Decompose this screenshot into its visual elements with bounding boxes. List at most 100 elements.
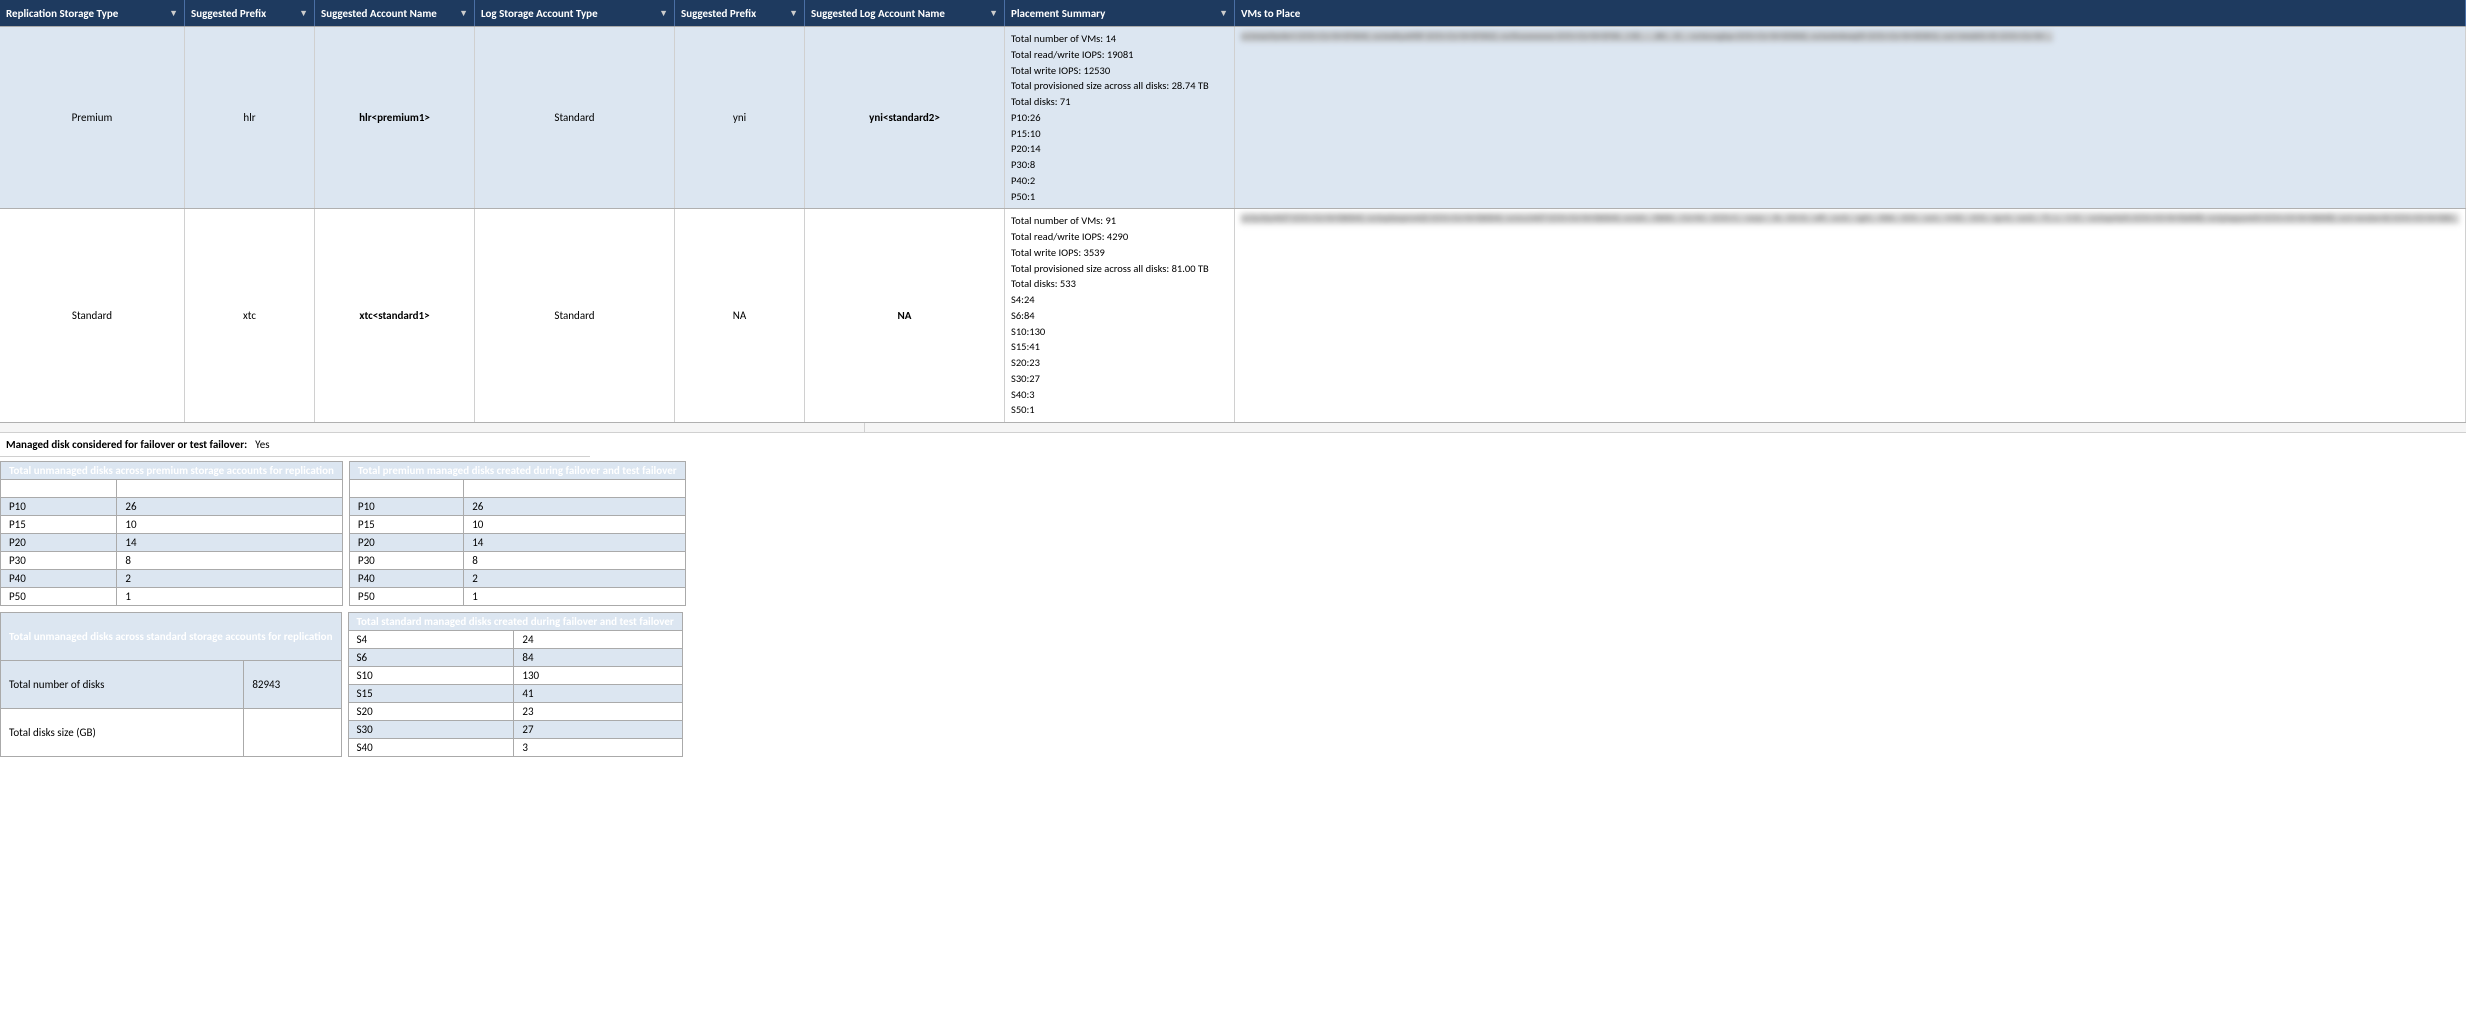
table-row: S40 3	[348, 739, 682, 757]
disk-type-p50: P50	[1, 588, 117, 606]
filter-icon-col3[interactable]: ▼	[459, 8, 468, 19]
std-disk-type-s20: S20	[348, 703, 514, 721]
m-disk-type-p15: P15	[349, 516, 463, 534]
placement2-line7: S6:84	[1011, 308, 1209, 324]
m-disk-count-p20: 14	[464, 534, 685, 552]
placement-line8: P20:14	[1011, 141, 1209, 157]
placement-line11: P50:1	[1011, 189, 1209, 205]
standard-tables-pair: Total unmanaged disks across standard st…	[0, 612, 2466, 757]
cell-replication-standard: Standard	[0, 209, 185, 422]
placement2-line5: Total disks: 533	[1011, 276, 1209, 292]
placement2-line2: Total read/write IOPS: 4290	[1011, 229, 1209, 245]
cell-vms-standard: co1ecitynh07 (CO1-CU-SV-EB004), co1eplan…	[1235, 209, 2466, 422]
cell-log-account-premium: yni<standard2>	[805, 27, 1005, 208]
placement-line7: P15:10	[1011, 126, 1209, 142]
placement2-line8: S10:130	[1011, 324, 1209, 340]
table-row: P10 26	[349, 498, 685, 516]
vms-text-premium: co1exxcitynbr1 (CO1-CU-SV-EF004), co1exl…	[1241, 31, 2053, 42]
managed-disk-label: Managed disk considered for failover or …	[6, 438, 247, 451]
header-placement[interactable]: Placement Summary ▼	[1005, 0, 1235, 26]
spreadsheet: Replication Storage Type ▼ Suggested Pre…	[0, 0, 2466, 1025]
premium-tables-pair: Total unmanaged disks across premium sto…	[0, 461, 2466, 606]
std-disk-type-s6: S6	[348, 649, 514, 667]
table-row: P50 1	[349, 588, 685, 606]
cell-prefix-premium: hlr	[185, 27, 315, 208]
std-disk-count-s15: 41	[514, 685, 682, 703]
unmanaged-premium-table: Total unmanaged disks across premium sto…	[0, 461, 343, 606]
table-row: P10 26	[1, 498, 343, 516]
placement-line1: Total number of VMs: 14	[1011, 31, 1209, 47]
disk-count-p30: 8	[117, 552, 342, 570]
disk-type-p40: P40	[1, 570, 117, 588]
table-row: S10 130	[348, 667, 682, 685]
managed-premium-table: Total premium managed disks created duri…	[349, 461, 686, 606]
table-row: P40 2	[1, 570, 343, 588]
m-disk-count-p30: 8	[464, 552, 685, 570]
table-row: P20 14	[349, 534, 685, 552]
header-suggested-log[interactable]: Suggested Log Account Name ▼	[805, 0, 1005, 26]
managed-standard-header: Total standard managed disks created dur…	[348, 613, 682, 631]
header-log-storage[interactable]: Log Storage Account Type ▼	[475, 0, 675, 26]
std-disk-type-s15: S15	[348, 685, 514, 703]
cell-log-storage-standard: Standard	[475, 209, 675, 422]
placement2-line3: Total write IOPS: 3539	[1011, 245, 1209, 261]
header-suggested-prefix[interactable]: Suggested Prefix ▼	[185, 0, 315, 26]
std-count-total-disks: 82943	[244, 661, 341, 709]
filter-icon-col4[interactable]: ▼	[659, 8, 668, 19]
filter-icon-col6[interactable]: ▼	[989, 8, 998, 19]
unmanaged-col1-header: Disk type	[1, 480, 117, 498]
disk-count-p50: 1	[117, 588, 342, 606]
filter-icon-col7[interactable]: ▼	[1219, 8, 1228, 19]
filter-icon-col5[interactable]: ▼	[789, 8, 798, 19]
placement-line5: Total disks: 71	[1011, 94, 1209, 110]
table-row: S4 24	[348, 631, 682, 649]
unmanaged-standard-table: Total unmanaged disks across standard st…	[0, 612, 342, 757]
unmanaged-standard-header: Total unmanaged disks across standard st…	[1, 613, 342, 661]
disk-type-p20: P20	[1, 534, 117, 552]
std-count-total-size	[244, 709, 341, 757]
placement-line2: Total read/write IOPS: 19081	[1011, 47, 1209, 63]
std-disk-type-s4: S4	[348, 631, 514, 649]
disk-count-p20: 14	[117, 534, 342, 552]
table-row: P15 10	[349, 516, 685, 534]
placement2-line9: S15:41	[1011, 339, 1209, 355]
disk-type-p30: P30	[1, 552, 117, 570]
filter-icon-col2[interactable]: ▼	[299, 8, 308, 19]
managed-disk-value: Yes	[255, 438, 269, 451]
table-row: P40 2	[349, 570, 685, 588]
table-row: P50 1	[1, 588, 343, 606]
cell-placement-standard: Total number of VMs: 91 Total read/write…	[1005, 209, 1235, 422]
unmanaged-premium-header: Total unmanaged disks across premium sto…	[1, 462, 343, 480]
cell-prefix2-premium: yni	[675, 27, 805, 208]
std-disk-type-s10: S10	[348, 667, 514, 685]
header-suggested-account[interactable]: Suggested Account Name ▼	[315, 0, 475, 26]
m-disk-type-p30: P30	[349, 552, 463, 570]
table-row: Total number of disks 82943	[1, 661, 342, 709]
table-row: S20 23	[348, 703, 682, 721]
std-disk-count-s30: 27	[514, 721, 682, 739]
cell-account-standard: xtc<standard1>	[315, 209, 475, 422]
table-row: Total disks size (GB)	[1, 709, 342, 757]
placement-line10: P40:2	[1011, 173, 1209, 189]
m-disk-count-p40: 2	[464, 570, 685, 588]
table-row: S15 41	[348, 685, 682, 703]
data-row-premium: Premium hlr hlr<premium1> Standard yni y…	[0, 27, 2466, 209]
header-row: Replication Storage Type ▼ Suggested Pre…	[0, 0, 2466, 27]
m-disk-count-p10: 26	[464, 498, 685, 516]
std-label-total-size: Total disks size (GB)	[1, 709, 244, 757]
managed-col1-header: Disk type	[349, 480, 463, 498]
m-disk-type-p10: P10	[349, 498, 463, 516]
placement2-line6: S4:24	[1011, 292, 1209, 308]
header-replication-storage[interactable]: Replication Storage Type ▼	[0, 0, 185, 26]
disk-count-p15: 10	[117, 516, 342, 534]
placement-line4: Total provisioned size across all disks:…	[1011, 78, 1209, 94]
cell-account-premium: hlr<premium1>	[315, 27, 475, 208]
header-vms[interactable]: VMs to Place	[1235, 0, 2466, 26]
managed-standard-table: Total standard managed disks created dur…	[348, 612, 683, 757]
filter-icon-col1[interactable]: ▼	[169, 8, 178, 19]
m-disk-count-p50: 1	[464, 588, 685, 606]
table-row: P30 8	[1, 552, 343, 570]
std-disk-count-s20: 23	[514, 703, 682, 721]
header-suggested-prefix2[interactable]: Suggested Prefix ▼	[675, 0, 805, 26]
placement2-line1: Total number of VMs: 91	[1011, 213, 1209, 229]
